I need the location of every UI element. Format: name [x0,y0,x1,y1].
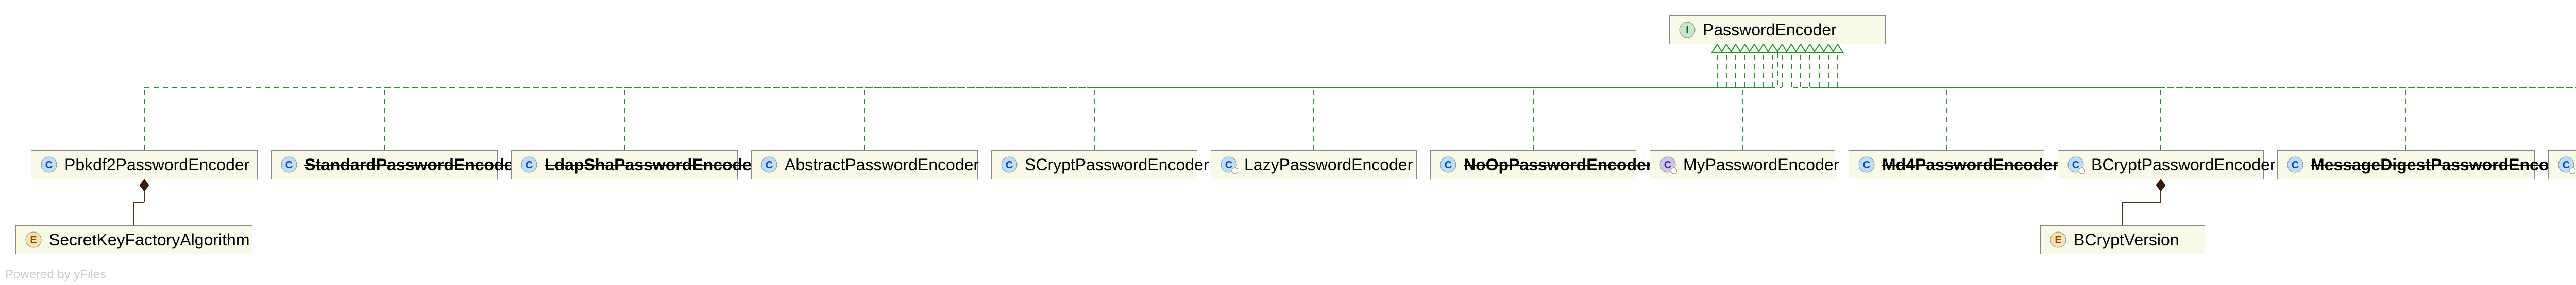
svg-text:C: C [45,159,53,171]
node-label: MyPasswordEncoder [1683,155,1839,174]
node-label: SCryptPasswordEncoder [1025,155,1209,174]
watermark-text: Powered by yFiles [5,268,106,282]
class-icon: C [1439,155,1458,174]
usercode-icon: C [1658,155,1677,174]
innerclass-icon: C [1219,155,1238,174]
innerclass-icon: C [2066,155,2085,174]
svg-text:C: C [526,159,533,171]
child-node-md4[interactable]: CMd4PasswordEncoder [1849,150,2044,179]
root-node-passwordencoder[interactable]: I PasswordEncoder [1669,15,1886,44]
class-icon: C [40,155,58,174]
enum-icon: E [2049,230,2067,249]
svg-text:E: E [2055,235,2061,246]
svg-text:C: C [766,159,773,171]
innerclass-icon: C [2557,155,2575,174]
interface-icon: I [1678,21,1697,39]
child-node-lazy2[interactable]: CLazyPasswordEncoder [2548,150,2576,179]
node-label: SecretKeyFactoryAlgorithm [49,230,249,250]
svg-text:C: C [2563,159,2570,171]
class-icon: C [280,155,298,174]
node-label: Md4PasswordEncoder [1882,155,2059,174]
child-node-lazy1[interactable]: C LazyPasswordEncoder [1211,150,1417,179]
child-node-scrypt[interactable]: CSCryptPasswordEncoder [991,150,1197,179]
svg-text:C: C [1225,159,1232,171]
child-node-bcrypt[interactable]: CBCryptPasswordEncoder [2058,150,2264,179]
child-node-pbkdf2[interactable]: C Pbkdf2PasswordEncoder [31,150,258,179]
class-icon: C [520,155,538,174]
node-label: Pbkdf2PasswordEncoder [64,155,249,174]
svg-text:E: E [30,235,37,246]
child-node-my[interactable]: CMyPasswordEncoder [1650,150,1835,179]
child-node-noop[interactable]: CNoOpPasswordEncoder [1430,150,1636,179]
grandchild-node-pbkdf2[interactable]: E SecretKeyFactoryAlgorithm [15,225,252,254]
node-label: BCryptPasswordEncoder [2091,155,2275,174]
node-label: MessageDigestPasswordEncoder [2311,155,2574,174]
enum-icon: E [24,230,43,249]
child-node-abs[interactable]: C AbstractPasswordEncoder [751,150,978,179]
svg-text:I: I [1686,25,1689,36]
svg-text:C: C [2292,159,2299,171]
node-label: LazyPasswordEncoder [1244,155,1413,174]
node-label: LdapShaPasswordEncoder [545,155,758,174]
node-label: PasswordEncoder [1703,21,1837,40]
child-node-std[interactable]: CStandardPasswordEncoder [271,150,498,179]
svg-text:C: C [2072,159,2079,171]
class-icon: C [1857,155,1876,174]
child-node-msgdig[interactable]: CMessageDigestPasswordEncoder [2277,150,2535,179]
svg-text:C: C [1863,159,1870,171]
svg-text:C: C [1445,159,1452,171]
child-node-ldap[interactable]: CLdapShaPasswordEncoder [511,150,738,179]
abstract-icon: C [760,155,778,174]
grandchild-node-bcrypt[interactable]: E BCryptVersion [2040,225,2205,254]
node-label: BCryptVersion [2074,230,2179,250]
svg-text:C: C [1006,159,1013,171]
svg-text:C: C [285,159,293,171]
node-label: StandardPasswordEncoder [304,155,520,174]
class-icon: C [2286,155,2304,174]
node-label: AbstractPasswordEncoder [785,155,979,174]
class-icon: C [1000,155,1019,174]
node-label: NoOpPasswordEncoder [1464,155,1652,174]
svg-text:C: C [1664,159,1671,171]
